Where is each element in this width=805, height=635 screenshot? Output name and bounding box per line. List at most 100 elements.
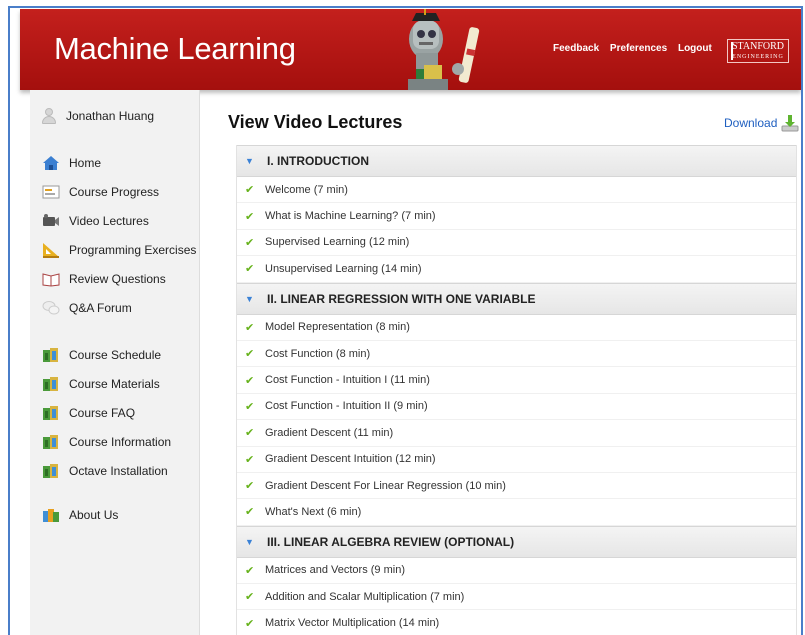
check-icon: ✔ [245, 591, 255, 604]
sidebar-item-label: Course Schedule [69, 348, 162, 362]
sidebar-item-label: Review Questions [69, 272, 166, 286]
sidebar-item-label: Video Lectures [69, 214, 149, 228]
chevron-down-icon: ▼ [245, 156, 254, 166]
site-title: Machine Learning [54, 31, 296, 66]
section-header[interactable]: ▼ I. INTRODUCTION [237, 145, 796, 177]
check-icon: ✔ [245, 210, 255, 223]
page-title: View Video Lectures [228, 112, 403, 132]
check-icon: ✔ [245, 506, 255, 519]
progress-icon [42, 185, 60, 199]
doc-icon [43, 435, 58, 449]
lecture-title: Addition and Scalar Multiplication (7 mi… [265, 590, 465, 603]
check-icon: ✔ [245, 453, 255, 466]
lecture-title: Model Representation (8 min) [265, 321, 410, 334]
sidebar-item-qa-forum[interactable]: Q&A Forum [42, 299, 132, 317]
sidebar-item-label: Course Materials [69, 377, 160, 391]
sidebar-item-course-schedule[interactable]: Course Schedule [42, 346, 161, 364]
forum-icon [42, 301, 60, 315]
lecture-title: Unsupervised Learning (14 min) [265, 262, 422, 275]
sidebar-item-label: Course FAQ [69, 406, 136, 420]
section-title: III. LINEAR ALGEBRA REVIEW (OPTIONAL) [267, 534, 515, 549]
sidebar-item-review-questions[interactable]: Review Questions [42, 270, 166, 288]
lecture-title: Gradient Descent (11 min) [265, 426, 394, 439]
sidebar-item-label: Home [69, 156, 102, 170]
sidebar-item-home[interactable]: Home [42, 154, 101, 172]
check-icon: ✔ [245, 236, 255, 249]
sidebar-item-label: Programming Exercises [69, 243, 197, 257]
section-header[interactable]: ▼ II. LINEAR REGRESSION WITH ONE VARIABL… [237, 282, 796, 315]
lecture-item[interactable]: ✔ What is Machine Learning? (7 min) [237, 203, 796, 230]
lecture-item[interactable]: ✔ Cost Function - Intuition II (9 min) [237, 394, 796, 421]
about-icon [43, 509, 59, 522]
sidebar-item-course-faq[interactable]: Course FAQ [42, 404, 135, 422]
chevron-down-icon: ▼ [245, 293, 254, 304]
app-window: Machine Learning Feedback Preferences Lo… [8, 6, 803, 635]
lecture-title: Cost Function - Intuition I (11 min) [265, 374, 430, 387]
lecture-list: ▼ I. INTRODUCTION ✔ Welcome (7 min) ✔ What… [236, 145, 797, 635]
lecture-item[interactable]: ✔ Cost Function - Intuition I (11 min) [237, 367, 796, 394]
logo-sub-text: ENGINEERING [732, 54, 784, 60]
sidebar-item-course-progress[interactable]: Course Progress [42, 183, 159, 201]
check-icon: ✔ [245, 617, 255, 630]
check-icon: ✔ [245, 480, 255, 493]
lecture-item[interactable]: ✔ Matrix Vector Multiplication (14 min) [237, 610, 796, 635]
lecture-title: Cost Function - Intuition II (9 min) [265, 400, 428, 413]
sidebar-item-course-materials[interactable]: Course Materials [42, 375, 160, 393]
lecture-item[interactable]: ✔ What's Next (6 min) [237, 499, 796, 526]
user-profile: Jonathan Huang [42, 108, 154, 124]
home-icon [43, 156, 59, 170]
robot-mascot-icon [408, 9, 480, 90]
logout-link[interactable]: Logout [678, 43, 712, 54]
sidebar-item-octave-installation[interactable]: Octave Installation [42, 462, 168, 480]
download-button[interactable]: Download [724, 114, 799, 132]
section-header[interactable]: ▼ III. LINEAR ALGEBRA REVIEW (OPTIONAL) [237, 525, 796, 558]
sidebar-item-label: Octave Installation [69, 464, 168, 478]
lecture-item[interactable]: ✔ Supervised Learning (12 min) [237, 230, 796, 257]
check-icon: ✔ [245, 348, 255, 361]
section-title: I. INTRODUCTION [267, 154, 369, 168]
sidebar-item-course-information[interactable]: Course Information [42, 433, 171, 451]
sidebar-item-programming-exercises[interactable]: Programming Exercises [42, 241, 196, 259]
sidebar-item-video-lectures[interactable]: Video Lectures [42, 212, 149, 230]
chevron-down-icon: ▼ [245, 536, 254, 547]
lecture-item[interactable]: ✔ Gradient Descent Intuition (12 min) [237, 447, 796, 473]
lecture-item[interactable]: ✔ Addition and Scalar Multiplication (7 m… [237, 584, 796, 611]
sidebar: Jonathan Huang Home Course Progress Vide… [30, 90, 200, 635]
site-header: Machine Learning Feedback Preferences Lo… [20, 9, 801, 90]
section-title: II. LINEAR REGRESSION WITH ONE VARIABLE [267, 291, 536, 306]
lecture-title: Cost Function (8 min) [265, 347, 371, 360]
lecture-item[interactable]: ✔ Model Representation (8 min) [237, 315, 796, 341]
sidebar-item-label: About Us [69, 508, 119, 522]
lecture-title: Matrix Vector Multiplication (14 min) [265, 617, 440, 630]
header-links: Feedback Preferences Logout [553, 43, 720, 54]
sidebar-item-label: Course Progress [69, 185, 160, 199]
download-label: Download [724, 116, 778, 130]
stanford-engineering-logo[interactable]: STANFORD ENGINEERING [727, 39, 789, 63]
lecture-item[interactable]: ✔ Cost Function (8 min) [237, 341, 796, 368]
check-icon: ✔ [245, 374, 255, 387]
check-icon: ✔ [245, 263, 255, 276]
check-icon: ✔ [245, 321, 255, 334]
user-name: Jonathan Huang [66, 109, 155, 123]
lecture-title: Gradient Descent Intuition (12 min) [265, 453, 436, 466]
lecture-title: Gradient Descent For Linear Regression (… [265, 479, 506, 492]
lecture-item[interactable]: ✔ Welcome (7 min) [237, 177, 796, 204]
lecture-title: Welcome (7 min) [265, 183, 348, 196]
doc-icon [43, 377, 58, 391]
check-icon: ✔ [245, 400, 255, 413]
doc-icon [43, 348, 58, 362]
lecture-item[interactable]: ✔ Gradient Descent (11 min) [237, 420, 796, 447]
review-icon [42, 273, 60, 287]
preferences-link[interactable]: Preferences [610, 43, 667, 54]
logo-main-text: STANFORD [732, 41, 784, 52]
lecture-title: Matrices and Vectors (9 min) [265, 564, 405, 577]
check-icon: ✔ [245, 427, 255, 440]
lecture-item[interactable]: ✔ Unsupervised Learning (14 min) [237, 256, 796, 283]
sidebar-item-about-us[interactable]: About Us [42, 506, 118, 524]
exercise-icon [43, 243, 59, 258]
check-icon: ✔ [245, 184, 255, 197]
sidebar-item-label: Q&A Forum [69, 301, 132, 315]
feedback-link[interactable]: Feedback [553, 43, 599, 54]
lecture-item[interactable]: ✔ Matrices and Vectors (9 min) [237, 558, 796, 585]
lecture-item[interactable]: ✔ Gradient Descent For Linear Regression … [237, 473, 796, 500]
